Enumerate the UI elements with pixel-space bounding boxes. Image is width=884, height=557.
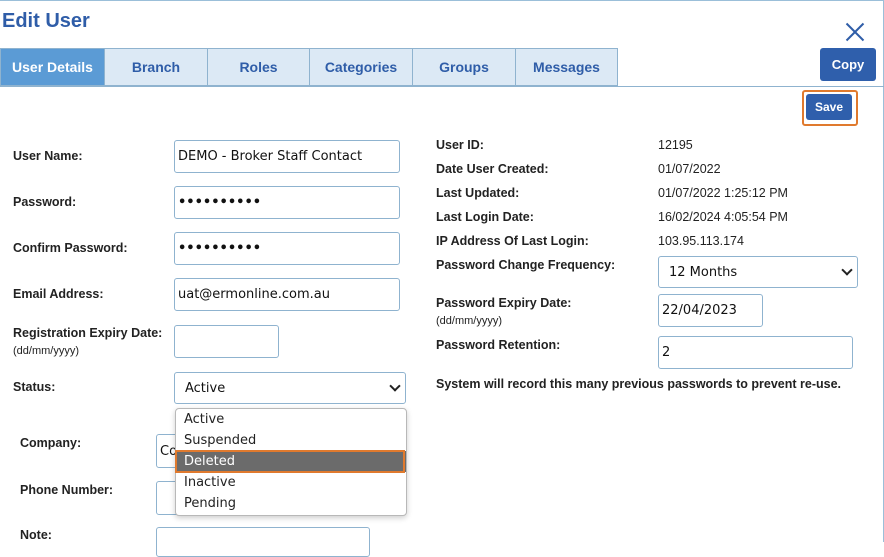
save-button[interactable]: Save: [806, 94, 852, 120]
email-input[interactable]: uat@ermonline.com.au: [174, 278, 400, 311]
note-input[interactable]: [156, 527, 370, 557]
password-label: Password:: [13, 195, 77, 209]
registration-expiry-label: Registration Expiry Date:: [13, 326, 163, 340]
deleted-option-highlight: [175, 450, 405, 473]
date-created-label: Date User Created:: [436, 162, 549, 176]
ip-last-login-label: IP Address Of Last Login:: [436, 234, 589, 248]
last-updated-label: Last Updated:: [436, 186, 520, 200]
password-retention-label: Password Retention:: [436, 338, 561, 352]
password-change-frequency-label: Password Change Frequency:: [436, 258, 616, 272]
password-change-frequency-value: 12 Months: [669, 264, 738, 280]
registration-expiry-format: (dd/mm/yyyy): [13, 345, 79, 357]
status-option-pending[interactable]: Pending: [176, 493, 406, 514]
user-name-input[interactable]: DEMO - Broker Staff Contact: [174, 140, 400, 173]
tab-categories[interactable]: Categories: [309, 48, 412, 86]
tab-underline: [0, 86, 884, 87]
tab-bar: User Details Branch Roles Categories Gro…: [0, 48, 618, 86]
confirm-password-label: Confirm Password:: [13, 241, 128, 255]
last-login-value: 16/02/2024 4:05:54 PM: [658, 210, 788, 224]
date-created-value: 01/07/2022: [658, 162, 721, 176]
status-select-value: Active: [185, 380, 226, 396]
user-name-label: User Name:: [13, 149, 83, 163]
status-option-suspended[interactable]: Suspended: [176, 430, 406, 451]
company-label: Company:: [20, 436, 82, 450]
tab-roles[interactable]: Roles: [207, 48, 309, 86]
tab-messages[interactable]: Messages: [515, 48, 618, 86]
email-label: Email Address:: [13, 287, 104, 301]
chevron-down-icon: [841, 264, 853, 276]
phone-label: Phone Number:: [20, 483, 114, 497]
password-expiry-format: (dd/mm/yyyy): [436, 315, 502, 327]
close-icon[interactable]: [842, 20, 868, 46]
tab-user-details[interactable]: User Details: [0, 48, 104, 86]
tab-branch[interactable]: Branch: [104, 48, 207, 86]
password-retention-input[interactable]: 2: [658, 336, 853, 369]
dialog-title: Edit User: [2, 10, 90, 32]
password-expiry-label: Password Expiry Date:: [436, 296, 572, 310]
user-id-value: 12195: [658, 138, 693, 152]
status-select[interactable]: Active: [174, 372, 406, 404]
password-input[interactable]: ••••••••••: [174, 186, 400, 219]
confirm-password-input[interactable]: ••••••••••: [174, 232, 400, 265]
status-option-active[interactable]: Active: [176, 409, 406, 430]
top-border: [0, 0, 884, 1]
password-expiry-input[interactable]: 22/04/2023: [658, 294, 763, 327]
tab-groups[interactable]: Groups: [412, 48, 515, 86]
chevron-down-icon: [389, 380, 401, 392]
status-option-inactive[interactable]: Inactive: [176, 472, 406, 493]
retention-note: System will record this many previous pa…: [436, 377, 841, 391]
password-change-frequency-select[interactable]: 12 Months: [658, 256, 858, 288]
note-label: Note:: [20, 528, 52, 542]
last-updated-value: 01/07/2022 1:25:12 PM: [658, 186, 788, 200]
registration-expiry-input[interactable]: [174, 325, 279, 358]
status-label: Status:: [13, 380, 56, 394]
user-id-label: User ID:: [436, 138, 484, 152]
ip-last-login-value: 103.95.113.174: [658, 234, 744, 248]
copy-button[interactable]: Copy: [820, 48, 876, 81]
last-login-label: Last Login Date:: [436, 210, 534, 224]
